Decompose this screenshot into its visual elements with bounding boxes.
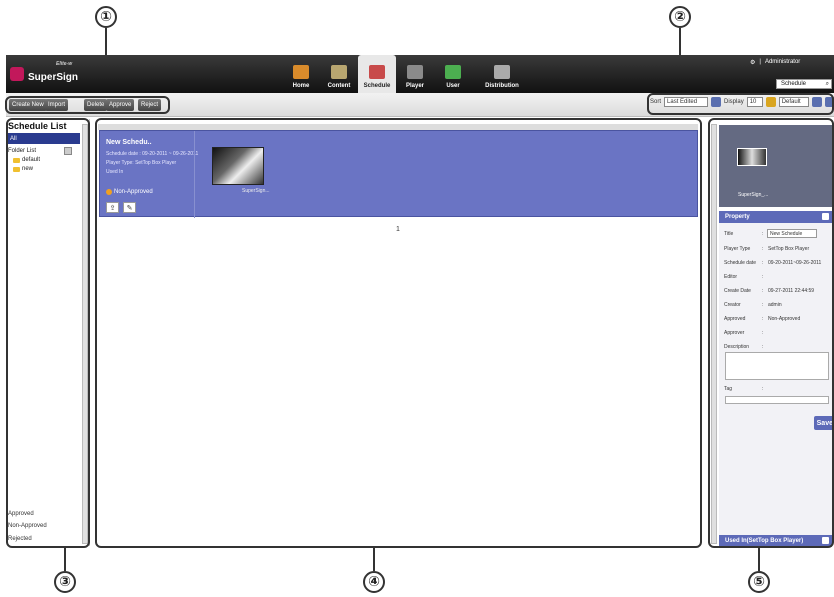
highlight-right-panel <box>708 118 834 548</box>
content-icon <box>331 65 347 79</box>
logo-mark-icon <box>10 67 24 81</box>
callout-4: ④ <box>363 571 385 593</box>
nav-schedule[interactable]: Schedule <box>358 55 396 93</box>
main-nav: Home Content Schedule Player User Distri… <box>282 55 532 93</box>
calendar-icon <box>369 65 385 79</box>
app-logo[interactable]: Elite-w SuperSign <box>10 59 80 89</box>
callout-5: ⑤ <box>748 571 770 593</box>
top-right-menu: ⚙ | Administrator <box>750 59 800 66</box>
search-input[interactable]: Schedule ⌕ <box>776 79 832 89</box>
callout-2: ② <box>669 6 691 28</box>
callout-3-line <box>64 548 66 571</box>
user-name[interactable]: Administrator <box>765 59 800 66</box>
highlight-left-panel <box>6 118 90 548</box>
distribution-icon <box>494 65 510 79</box>
nav-player[interactable]: Player <box>396 55 434 93</box>
search-icon[interactable]: ⌕ <box>826 81 829 88</box>
player-icon <box>407 65 423 79</box>
user-icon <box>445 65 461 79</box>
highlight-main-panel <box>95 118 702 548</box>
callout-4-line <box>373 548 375 571</box>
callout-5-line <box>758 548 760 571</box>
settings-icon[interactable]: ⚙ <box>750 59 755 66</box>
callout-3: ③ <box>54 571 76 593</box>
nav-home[interactable]: Home <box>282 55 320 93</box>
logo-text: SuperSign <box>28 72 79 83</box>
highlight-sort-controls <box>647 93 834 115</box>
separator: | <box>759 59 761 65</box>
nav-content[interactable]: Content <box>320 55 358 93</box>
home-icon <box>293 65 309 79</box>
logo-subtitle: Elite-w <box>56 61 73 67</box>
callout-1: ① <box>95 6 117 28</box>
nav-user[interactable]: User <box>434 55 472 93</box>
highlight-toolbar-buttons <box>5 96 170 114</box>
nav-distribution[interactable]: Distribution <box>472 55 532 93</box>
